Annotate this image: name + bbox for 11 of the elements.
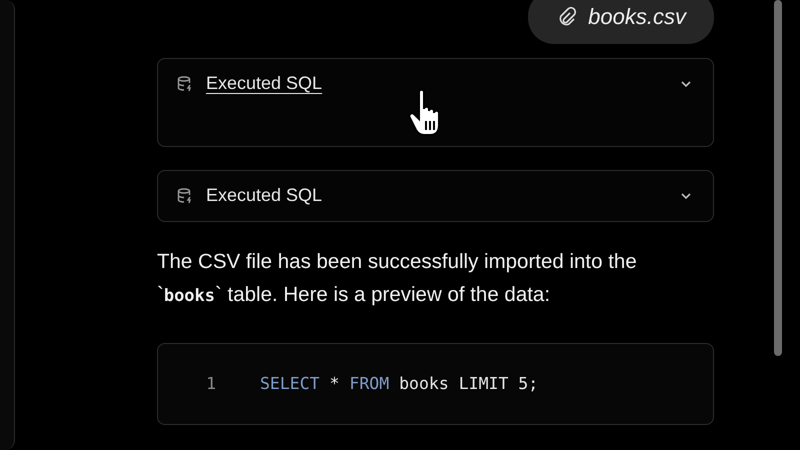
card-title: Executed SQL (206, 185, 322, 206)
line-number: 1 (205, 374, 216, 392)
database-icon (176, 74, 194, 92)
executed-sql-card[interactable]: Executed SQL (157, 58, 714, 147)
code-line: SELECT * FROM books LIMIT 5; (260, 374, 538, 392)
executed-sql-card[interactable]: Executed SQL (157, 170, 714, 222)
attachment-chip[interactable]: books.csv (528, 0, 714, 44)
card-title: Executed SQL (206, 73, 322, 94)
database-icon (176, 186, 194, 204)
message-text: The CSV file has been successfully imported into the `books` table. Here is a preview of the data: (157, 249, 638, 308)
scrollbar-thumb[interactable] (774, 0, 782, 356)
